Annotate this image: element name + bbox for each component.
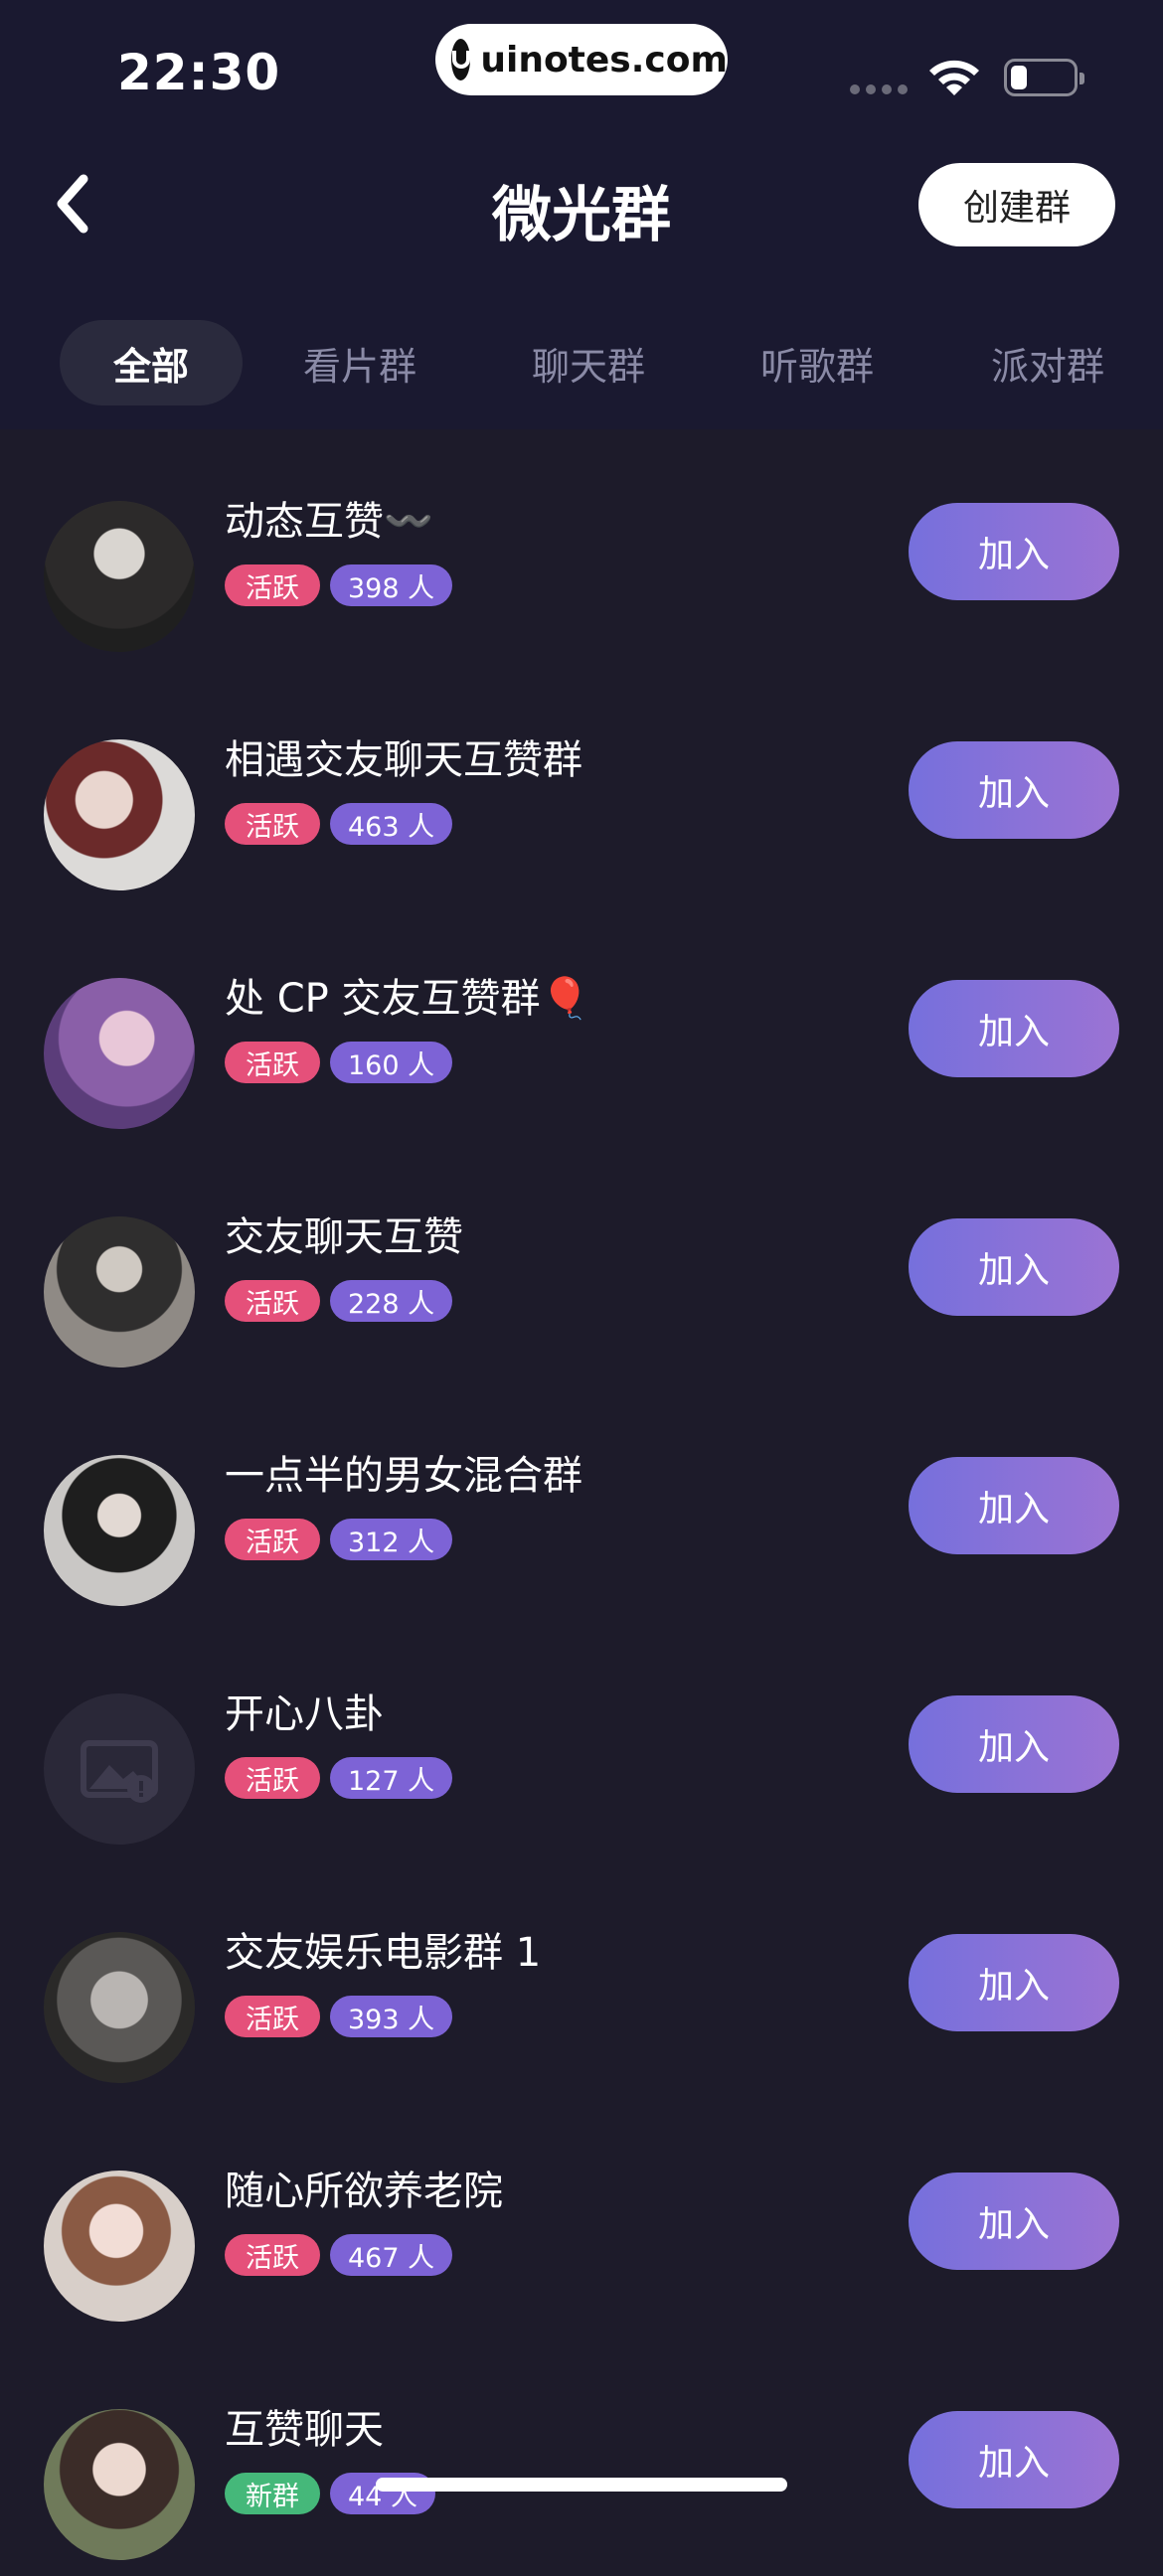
avatar bbox=[44, 1932, 195, 2083]
list-item[interactable]: 开心八卦 活跃 127 人 加入 bbox=[0, 1622, 1163, 1860]
avatar bbox=[44, 2171, 195, 2322]
status-badge: 活跃 bbox=[225, 1757, 320, 1799]
join-button[interactable]: 加入 bbox=[909, 741, 1119, 839]
list-item[interactable]: 动态互赞〰️ 活跃 398 人 加入 bbox=[0, 429, 1163, 668]
join-button[interactable]: 加入 bbox=[909, 980, 1119, 1077]
group-name: 互赞聊天 bbox=[225, 2407, 384, 2453]
member-count-badge: 463 人 bbox=[330, 803, 453, 845]
signal-icon bbox=[850, 84, 908, 94]
list-item[interactable]: 一点半的男女混合群 活跃 312 人 加入 bbox=[0, 1383, 1163, 1622]
avatar bbox=[44, 978, 195, 1129]
group-name: 一点半的男女混合群 bbox=[225, 1453, 582, 1499]
battery-icon bbox=[1004, 59, 1084, 96]
member-count-badge: 160 人 bbox=[330, 1042, 453, 1083]
group-name: 开心八卦 bbox=[225, 1691, 384, 1737]
group-name: 交友聊天互赞 bbox=[225, 1214, 463, 1260]
member-count-badge: 393 人 bbox=[330, 1996, 453, 2037]
avatar bbox=[44, 1455, 195, 1606]
status-badge: 活跃 bbox=[225, 1042, 320, 1083]
status-badge: 活跃 bbox=[225, 2234, 320, 2276]
status-badge: 活跃 bbox=[225, 1280, 320, 1322]
status-badge: 活跃 bbox=[225, 1519, 320, 1560]
join-button[interactable]: 加入 bbox=[909, 1457, 1119, 1554]
broken-image-icon bbox=[44, 1693, 195, 1845]
create-group-button[interactable]: 创建群 bbox=[918, 163, 1115, 246]
list-item[interactable]: 交友娱乐电影群 1 活跃 393 人 加入 bbox=[0, 1860, 1163, 2099]
tab-music[interactable]: 听歌群 bbox=[748, 320, 887, 405]
join-button[interactable]: 加入 bbox=[909, 1218, 1119, 1316]
tab-all[interactable]: 全部 bbox=[60, 320, 243, 405]
group-name: 随心所欲养老院 bbox=[225, 2169, 503, 2214]
status-badge: 活跃 bbox=[225, 564, 320, 606]
watermark-text: uinotes.com bbox=[480, 39, 728, 80]
tab-chat[interactable]: 聊天群 bbox=[519, 320, 658, 405]
tab-party[interactable]: 派对群 bbox=[978, 320, 1117, 405]
avatar bbox=[44, 501, 195, 652]
tab-movie[interactable]: 看片群 bbox=[290, 320, 429, 405]
list-item[interactable]: 处 CP 交友互赞群🎈 活跃 160 人 加入 bbox=[0, 906, 1163, 1145]
member-count-badge: 398 人 bbox=[330, 564, 453, 606]
list-item[interactable]: 交友聊天互赞 活跃 228 人 加入 bbox=[0, 1145, 1163, 1383]
join-button[interactable]: 加入 bbox=[909, 2173, 1119, 2270]
join-button[interactable]: 加入 bbox=[909, 1934, 1119, 2031]
status-badge: 活跃 bbox=[225, 803, 320, 845]
status-badge: 新群 bbox=[225, 2473, 320, 2514]
avatar bbox=[44, 1216, 195, 1368]
member-count-badge: 127 人 bbox=[330, 1757, 453, 1799]
join-button[interactable]: 加入 bbox=[909, 1695, 1119, 1793]
member-count-badge: 228 人 bbox=[330, 1280, 453, 1322]
avatar bbox=[44, 2409, 195, 2560]
group-name: 相遇交友聊天互赞群 bbox=[225, 737, 582, 783]
join-button[interactable]: 加入 bbox=[909, 503, 1119, 600]
status-badge: 活跃 bbox=[225, 1996, 320, 2037]
wifi-icon bbox=[929, 60, 979, 95]
list-item[interactable]: 互赞聊天 新群 44 人 加入 bbox=[0, 2337, 1163, 2576]
status-time: 22:30 bbox=[117, 44, 281, 101]
category-tabs: 全部 看片群 聊天群 听歌群 派对群 bbox=[0, 320, 1163, 405]
home-indicator bbox=[376, 2478, 787, 2492]
group-name: 处 CP 交友互赞群🎈 bbox=[225, 976, 590, 1022]
list-item[interactable]: 相遇交友聊天互赞群 活跃 463 人 加入 bbox=[0, 668, 1163, 906]
group-name: 动态互赞〰️ bbox=[225, 499, 433, 545]
member-count-badge: 312 人 bbox=[330, 1519, 453, 1560]
list-item[interactable]: 随心所欲养老院 活跃 467 人 加入 bbox=[0, 2099, 1163, 2337]
group-name: 交友娱乐电影群 1 bbox=[225, 1930, 542, 1976]
avatar bbox=[44, 739, 195, 890]
join-button[interactable]: 加入 bbox=[909, 2411, 1119, 2508]
member-count-badge: 467 人 bbox=[330, 2234, 453, 2276]
uinotes-logo-icon bbox=[451, 39, 471, 80]
watermark-badge: uinotes.com bbox=[435, 24, 728, 95]
